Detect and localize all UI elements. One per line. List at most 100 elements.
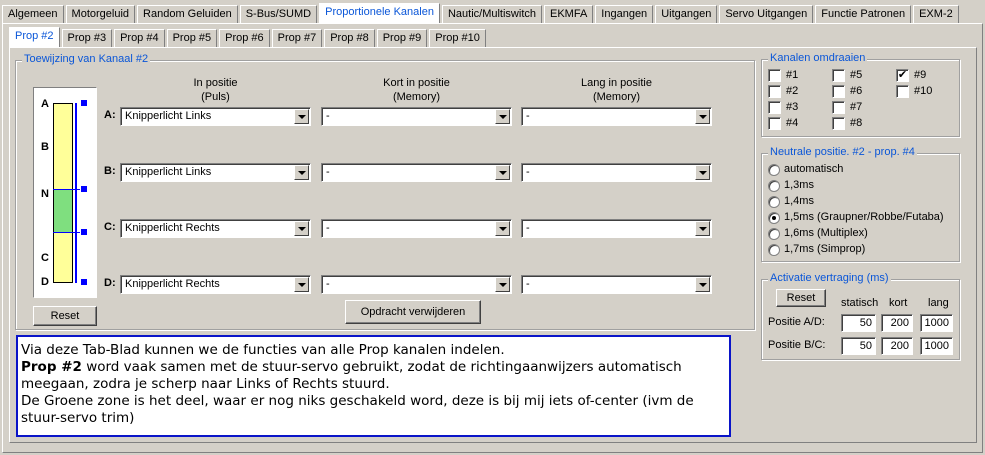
radio-icon[interactable] [768,180,780,192]
tab-main-11[interactable]: EXM-2 [913,5,959,23]
tab-main-0[interactable]: Algemeen [2,5,64,23]
chevron-down-icon[interactable] [695,221,710,236]
tab-main-10[interactable]: Functie Patronen [815,5,912,23]
reverse-channel-7[interactable]: #8 [832,117,882,131]
chevron-down-icon[interactable] [495,165,510,180]
chevron-down-icon[interactable] [695,109,710,124]
tab-prop-6[interactable]: Prop #8 [324,29,375,47]
tab-main-7[interactable]: Ingangen [595,5,654,23]
radio-icon[interactable] [768,164,780,176]
reverse-channel-1[interactable]: #2 [768,85,818,99]
chevron-down-icon[interactable] [294,165,309,180]
marker-a-handle[interactable] [81,100,87,106]
tab-main-4[interactable]: Proportionele Kanalen [319,3,440,23]
delay-input-1-2[interactable]: 1000 [920,337,953,355]
chevron-down-icon[interactable] [294,109,309,124]
checkbox-icon[interactable]: ✔ [896,69,909,82]
checkbox-icon[interactable] [768,101,781,114]
marker-c-handle[interactable] [81,229,87,235]
combo-puls-3[interactable]: Knipperlicht Rechts [120,275,311,294]
row-label-2: C: [104,221,116,233]
combo-kort-1[interactable]: - [321,163,512,182]
combo-lang-3[interactable]: - [521,275,712,294]
combo-value: - [526,110,530,122]
neutral-option-5[interactable]: 1,7ms (Simprop) [768,243,953,257]
chevron-down-icon[interactable] [695,165,710,180]
checkbox-icon[interactable] [832,85,845,98]
neutral-lower-line [53,232,80,233]
tab-main-9[interactable]: Servo Uitgangen [719,5,814,23]
tab-main-1[interactable]: Motorgeluid [65,5,136,23]
chevron-down-icon[interactable] [495,109,510,124]
neutral-option-label: automatisch [784,163,844,175]
tab-prop-5[interactable]: Prop #7 [271,29,323,47]
combo-kort-3[interactable]: - [321,275,512,294]
checkbox-icon[interactable] [768,69,781,82]
combo-lang-2[interactable]: - [521,219,712,238]
reverse-channel-5[interactable]: #6 [832,85,882,99]
checkbox-icon[interactable] [832,101,845,114]
delete-command-button[interactable]: Opdracht verwijderen [345,300,481,324]
combo-puls-0[interactable]: Knipperlicht Links [120,107,311,126]
delay-input-1-0[interactable]: 50 [841,337,876,355]
combo-puls-1[interactable]: Knipperlicht Links [120,163,311,182]
tab-prop-8[interactable]: Prop #10 [429,29,486,47]
reverse-channel-label: #3 [786,101,799,113]
combo-kort-0[interactable]: - [321,107,512,126]
delay-input-0-0[interactable]: 50 [841,314,876,332]
checkbox-icon[interactable] [896,85,909,98]
neutral-option-2[interactable]: 1,4ms [768,195,953,209]
checkbox-icon[interactable] [832,117,845,130]
chevron-down-icon[interactable] [495,277,510,292]
reverse-channel-label: #8 [850,117,863,129]
tab-prop-4[interactable]: Prop #6 [219,29,270,47]
checkbox-icon[interactable] [832,69,845,82]
neutral-option-1[interactable]: 1,3ms [768,179,953,193]
marker-b-handle[interactable] [81,186,87,192]
tab-main-2[interactable]: Random Geluiden [137,5,238,23]
chevron-down-icon[interactable] [294,221,309,236]
checkbox-icon[interactable] [768,85,781,98]
tab-main-6[interactable]: EKMFA [544,5,594,23]
tab-main-3[interactable]: S-Bus/SUMD [239,5,318,23]
neutral-group-title: Neutrale positie. #2 - prop. #4 [768,146,917,158]
tab-prop-3[interactable]: Prop #5 [166,29,218,47]
checkbox-icon[interactable] [768,117,781,130]
reverse-channel-4[interactable]: #5 [832,69,882,83]
reverse-channel-8[interactable]: ✔ #9 [896,69,946,83]
neutral-option-3[interactable]: 1,5ms (Graupner/Robbe/Futaba) [768,211,953,225]
tab-prop-1[interactable]: Prop #3 [61,29,113,47]
reverse-channel-6[interactable]: #7 [832,101,882,115]
tab-main-5[interactable]: Nautic/Multiswitch [441,5,542,23]
reverse-channel-9[interactable]: #10 [896,85,946,99]
combo-lang-1[interactable]: - [521,163,712,182]
delay-input-1-1[interactable]: 200 [881,337,913,355]
reverse-channel-0[interactable]: #1 [768,69,818,83]
tab-prop-7[interactable]: Prop #9 [376,29,428,47]
delay-input-0-2[interactable]: 1000 [920,314,953,332]
chevron-down-icon[interactable] [495,221,510,236]
radio-icon[interactable] [768,244,780,256]
radio-icon[interactable] [768,212,780,224]
marker-d-handle[interactable] [81,279,87,285]
neutral-option-4[interactable]: 1,6ms (Multiplex) [768,227,953,241]
servo-position-line [75,103,77,283]
combo-value: - [526,166,530,178]
combo-puls-2[interactable]: Knipperlicht Rechts [120,219,311,238]
tab-prop-2[interactable]: Prop #4 [114,29,165,47]
combo-kort-2[interactable]: - [321,219,512,238]
delay-reset-button[interactable]: Reset [776,289,826,307]
servo-reset-button[interactable]: Reset [33,306,97,326]
reverse-channel-3[interactable]: #4 [768,117,818,131]
combo-lang-0[interactable]: - [521,107,712,126]
chevron-down-icon[interactable] [294,277,309,292]
radio-icon[interactable] [768,196,780,208]
chevron-down-icon[interactable] [695,277,710,292]
reverse-channel-2[interactable]: #3 [768,101,818,115]
tab-prop-0[interactable]: Prop #2 [9,27,60,47]
tab-main-8[interactable]: Uitgangen [655,5,718,23]
delay-input-0-1[interactable]: 200 [881,314,913,332]
combo-value: Knipperlicht Links [125,166,212,178]
neutral-option-0[interactable]: automatisch [768,163,953,177]
radio-icon[interactable] [768,228,780,240]
